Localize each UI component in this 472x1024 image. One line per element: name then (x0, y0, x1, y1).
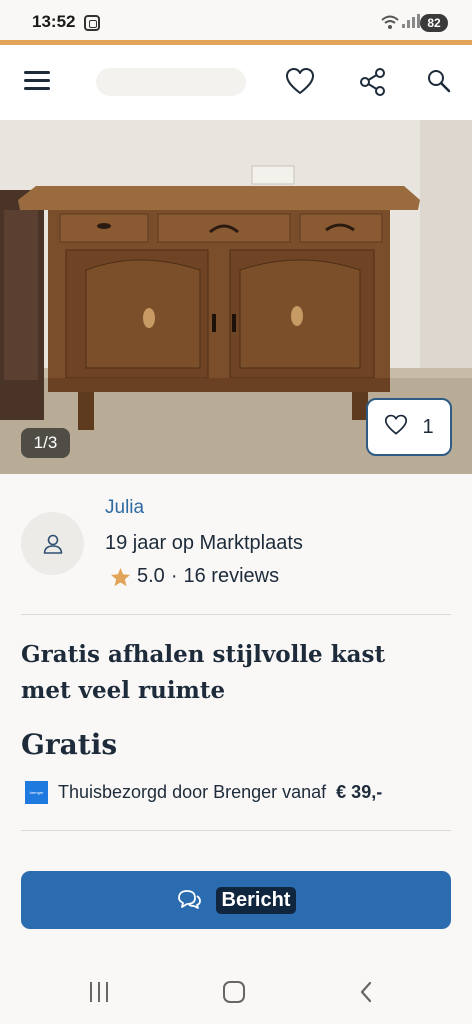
star-icon (110, 567, 131, 586)
wifi-icon (380, 14, 400, 33)
delivery-price: € 39,- (336, 782, 383, 802)
reviews-count: 16 reviews (183, 565, 280, 587)
message-button-label: Bericht (215, 886, 297, 914)
listing-title: Gratis afhalen stijlvolle kast met veel … (21, 641, 386, 704)
divider (21, 830, 451, 831)
rating-value: 5.0 (137, 565, 165, 587)
rating-separator: · (170, 565, 178, 587)
battery-indicator: 82 (420, 14, 448, 32)
delivery-info[interactable]: brenger Thuisbezorgd door Brenger vanaf … (25, 781, 382, 804)
logo-placeholder[interactable] (96, 68, 246, 96)
photo-counter: 1/3 (21, 428, 70, 458)
heart-icon (384, 414, 408, 441)
avatar[interactable] (21, 512, 84, 575)
system-navigation (0, 960, 472, 1024)
message-button[interactable]: Bericht (21, 871, 451, 929)
seller-name-link[interactable]: Julia (105, 497, 144, 519)
share-icon[interactable] (358, 67, 388, 97)
favorite-button[interactable]: 1 (366, 398, 452, 456)
recent-apps-icon[interactable] (90, 982, 108, 1002)
signal-icon (402, 14, 420, 28)
status-time: 13:52 (32, 12, 76, 31)
brenger-logo-text: brenger (29, 790, 44, 795)
home-icon[interactable] (223, 981, 245, 1003)
top-navigation (0, 45, 472, 120)
back-icon[interactable] (358, 980, 374, 1009)
chat-icon (177, 890, 201, 909)
seller-membership: 19 jaar op Marktplaats (105, 532, 303, 554)
screenshot-icon (84, 15, 100, 31)
hamburger-icon[interactable] (24, 71, 50, 91)
user-icon (43, 534, 62, 554)
search-icon[interactable] (425, 67, 455, 97)
favorite-count: 1 (422, 415, 434, 438)
heart-icon[interactable] (285, 67, 315, 97)
listing-price: Gratis (21, 728, 118, 761)
divider (21, 614, 451, 615)
delivery-text: Thuisbezorgd door Brenger vanaf (58, 782, 327, 802)
seller-rating[interactable]: 5.0 · 16 reviews (110, 565, 279, 588)
brenger-logo: brenger (25, 781, 48, 804)
status-bar: 13:52 82 (0, 0, 472, 40)
